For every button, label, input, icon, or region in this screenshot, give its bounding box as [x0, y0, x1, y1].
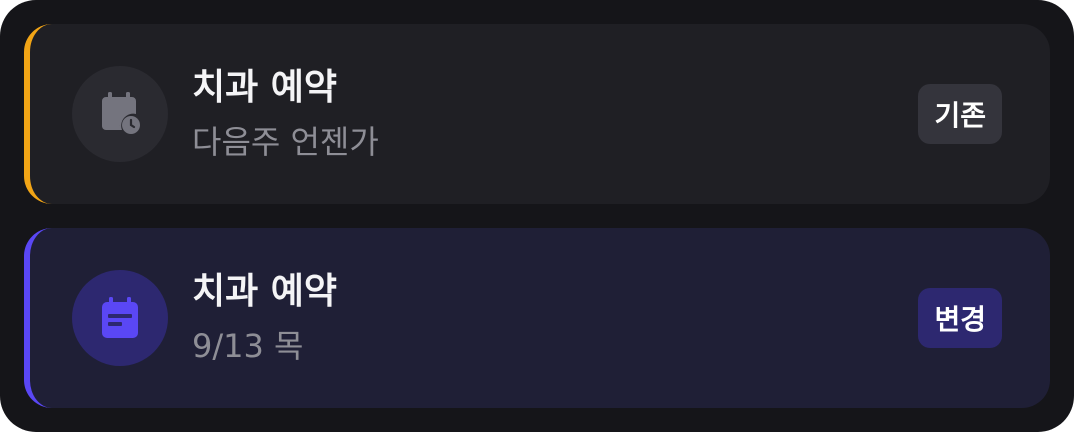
calendar-clock-icon [72, 66, 168, 162]
card-title: 치과 예약 [192, 271, 338, 312]
updated-appointment-card: 치과 예약 9/13 목 변경 [24, 228, 1050, 408]
card-subtitle: 9/13 목 [192, 327, 304, 365]
card-subtitle: 다음주 언젠가 [192, 123, 379, 161]
card-title: 치과 예약 [192, 67, 338, 108]
calendar-event-icon [72, 270, 168, 366]
status-badge: 변경 [918, 288, 1002, 348]
status-badge: 기존 [918, 84, 1002, 144]
original-appointment-card: 치과 예약 다음주 언젠가 기존 [24, 24, 1050, 204]
comparison-panel: 치과 예약 다음주 언젠가 기존 치과 예약 9/13 목 변경 [0, 0, 1074, 432]
